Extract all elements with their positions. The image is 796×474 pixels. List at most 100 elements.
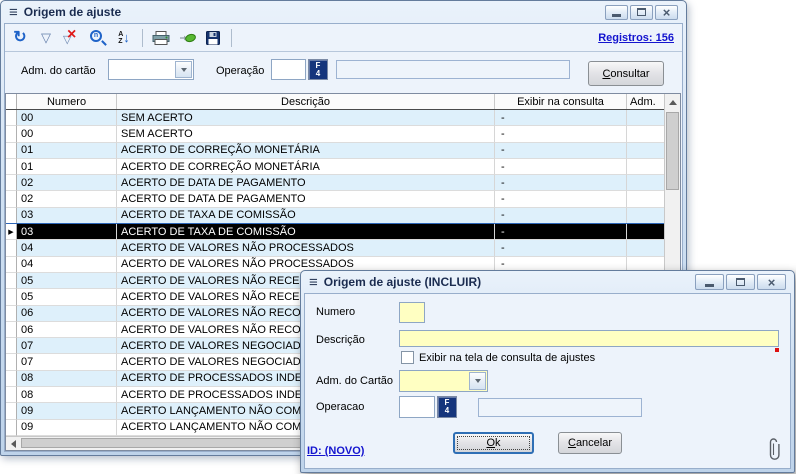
cell-adm[interactable] (627, 175, 664, 191)
cell-adm[interactable] (627, 143, 664, 159)
export-icon[interactable] (177, 28, 197, 48)
cell-descricao[interactable]: ACERTO DE DATA DE PAGAMENTO (117, 191, 495, 207)
dialog-close-button[interactable]: × (757, 274, 786, 290)
cell-numero[interactable]: 01 (17, 143, 117, 159)
cell-exibir[interactable]: - (495, 191, 627, 207)
cell-adm[interactable] (627, 208, 664, 224)
f4-lookup-button[interactable]: F 4 (437, 396, 457, 418)
print-icon[interactable] (151, 28, 171, 48)
consultar-button[interactable]: Consultar (588, 61, 664, 86)
paperclip-icon[interactable] (767, 434, 780, 467)
combo-dropdown-button[interactable] (175, 61, 192, 78)
cell-exibir[interactable]: - (495, 240, 627, 256)
cell-descricao[interactable]: ACERTO DE CORREÇÃO MONETÁRIA (117, 143, 495, 159)
cell-numero[interactable]: 07 (17, 338, 117, 354)
maximize-button[interactable] (630, 5, 653, 20)
operacao-input[interactable] (399, 396, 435, 418)
cell-numero[interactable]: 00 (17, 126, 117, 142)
cell-numero[interactable]: 02 (17, 191, 117, 207)
f4-lookup-button[interactable]: F 4 (308, 59, 328, 80)
table-row[interactable]: 02ACERTO DE DATA DE PAGAMENTO- (6, 175, 664, 191)
table-row[interactable]: ▶03ACERTO DE TAXA DE COMISSÃO- (6, 224, 664, 240)
clear-filter-icon[interactable]: ▽× (62, 28, 82, 48)
cell-exibir[interactable]: - (495, 175, 627, 191)
cell-numero[interactable]: 08 (17, 371, 117, 387)
column-header-adm[interactable]: Adm. (627, 94, 664, 109)
cell-exibir[interactable]: - (495, 159, 627, 175)
adm-cartao-combo[interactable] (399, 370, 488, 392)
cell-adm[interactable] (627, 126, 664, 142)
cell-adm[interactable] (627, 240, 664, 256)
cell-numero[interactable]: 03 (17, 208, 117, 224)
dialog-maximize-button[interactable] (726, 274, 755, 290)
sort-az-icon[interactable]: AZ↓ (114, 28, 134, 48)
scroll-up-button[interactable] (665, 94, 680, 110)
cell-exibir[interactable]: - (495, 224, 627, 240)
filter-icon[interactable]: ▽ (36, 28, 56, 48)
table-row[interactable]: 03ACERTO DE TAXA DE COMISSÃO- (6, 208, 664, 224)
descricao-field[interactable] (399, 330, 779, 347)
cell-adm[interactable] (627, 159, 664, 175)
cell-numero[interactable]: 01 (17, 159, 117, 175)
cell-numero[interactable]: 06 (17, 322, 117, 338)
cell-descricao[interactable]: ACERTO DE DATA DE PAGAMENTO (117, 175, 495, 191)
cell-numero[interactable]: 09 (17, 403, 117, 419)
table-row[interactable]: 01ACERTO DE CORREÇÃO MONETÁRIA- (6, 159, 664, 175)
cell-descricao[interactable]: ACERTO DE TAXA DE COMISSÃO (117, 224, 495, 240)
combo-dropdown-button[interactable] (469, 372, 486, 390)
cell-adm[interactable] (627, 191, 664, 207)
cell-exibir[interactable]: - (495, 110, 627, 126)
main-titlebar[interactable]: ≡ Origem de ajuste × (4, 1, 683, 23)
minimize-button[interactable] (605, 5, 628, 20)
vertical-scroll-thumb[interactable] (666, 112, 679, 190)
cell-descricao[interactable]: ACERTO DE CORREÇÃO MONETÁRIA (117, 159, 495, 175)
column-header-descricao[interactable]: Descrição (117, 94, 495, 109)
table-row[interactable]: 04ACERTO DE VALORES NÃO PROCESSADOS- (6, 240, 664, 256)
cell-descricao[interactable]: SEM ACERTO (117, 110, 495, 126)
cell-descricao[interactable]: SEM ACERTO (117, 126, 495, 142)
numero-field[interactable] (399, 302, 425, 323)
cell-adm[interactable] (627, 110, 664, 126)
close-button[interactable]: × (655, 5, 678, 20)
cell-exibir[interactable]: - (495, 126, 627, 142)
row-marker (6, 403, 17, 419)
cancelar-button[interactable]: Cancelar (558, 432, 622, 454)
adm-cartao-combo[interactable] (108, 59, 194, 80)
operacao-input[interactable] (271, 59, 306, 80)
refresh-icon[interactable]: ↻ (10, 28, 30, 48)
cell-numero[interactable]: 03 (17, 224, 117, 240)
table-row[interactable]: 02ACERTO DE DATA DE PAGAMENTO- (6, 191, 664, 207)
cell-numero[interactable]: 08 (17, 387, 117, 403)
scroll-left-button[interactable] (6, 437, 20, 450)
cell-numero[interactable]: 06 (17, 306, 117, 322)
cell-numero[interactable]: 04 (17, 240, 117, 256)
cell-numero[interactable]: 05 (17, 273, 117, 289)
ok-button[interactable]: Ok (453, 432, 534, 454)
column-header-numero[interactable]: Numero (17, 94, 117, 109)
cell-numero[interactable]: 00 (17, 110, 117, 126)
dialog-titlebar[interactable]: ≡ Origem de ajuste (INCLUIR) × (304, 271, 791, 293)
cell-exibir[interactable]: - (495, 143, 627, 159)
table-row[interactable]: 00SEM ACERTO- (6, 126, 664, 142)
cell-numero[interactable]: 05 (17, 289, 117, 305)
cell-descricao[interactable]: ACERTO DE VALORES NÃO PROCESSADOS (117, 240, 495, 256)
cell-numero[interactable]: 02 (17, 175, 117, 191)
cell-numero[interactable]: 07 (17, 354, 117, 370)
row-marker (6, 306, 17, 322)
id-novo-link[interactable]: ID: (NOVO) (307, 445, 364, 457)
cell-numero[interactable]: 09 (17, 420, 117, 436)
dialog-minimize-button[interactable] (695, 274, 724, 290)
table-row[interactable]: 00SEM ACERTO- (6, 110, 664, 126)
registros-link[interactable]: Registros: 156 (598, 32, 674, 44)
save-icon[interactable] (203, 28, 223, 48)
find-icon[interactable]: n (88, 28, 108, 48)
close-icon: × (768, 276, 776, 289)
cell-adm[interactable] (627, 224, 664, 240)
exibir-checkbox[interactable] (401, 351, 414, 364)
cell-exibir[interactable]: - (495, 208, 627, 224)
row-marker (6, 273, 17, 289)
table-row[interactable]: 01ACERTO DE CORREÇÃO MONETÁRIA- (6, 143, 664, 159)
cell-numero[interactable]: 04 (17, 257, 117, 273)
column-header-exibir[interactable]: Exibir na consulta (495, 94, 627, 109)
cell-descricao[interactable]: ACERTO DE TAXA DE COMISSÃO (117, 208, 495, 224)
